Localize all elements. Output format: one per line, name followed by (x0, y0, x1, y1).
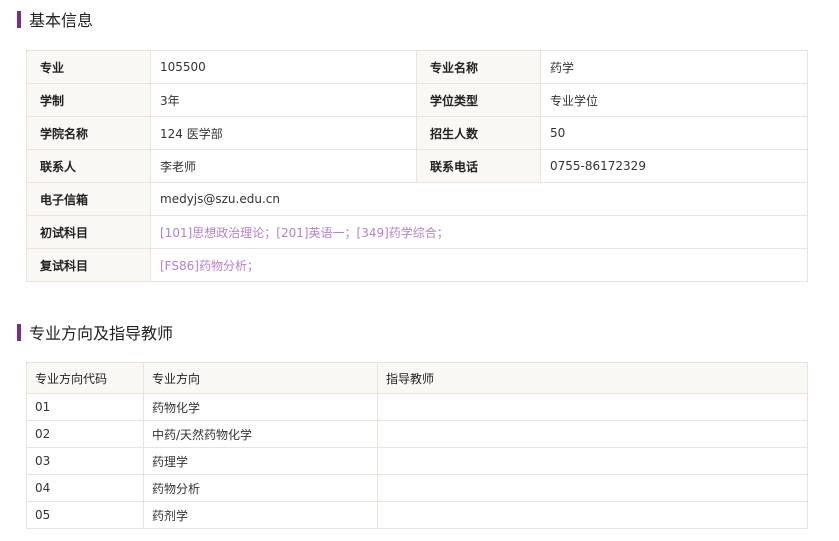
degree-type-value: 专业学位 (540, 83, 808, 117)
section-accent-bar (17, 10, 21, 28)
section-title-basic-info: 基本信息 (17, 7, 93, 31)
phone-value: 0755-86172329 (540, 149, 808, 183)
email-value: medyjs@szu.edu.cn (150, 182, 808, 216)
duration-value: 3年 (150, 83, 417, 117)
quota-value: 50 (540, 116, 808, 150)
prelim-subjects-label: 初试科目 (26, 215, 151, 249)
direction-code: 05 (26, 501, 144, 529)
directions-table: 专业方向代码 专业方向 指导教师 01 药物化学 02 中药/天然药物化学 03… (26, 362, 808, 529)
phone-label: 联系电话 (416, 149, 541, 183)
degree-type-label: 学位类型 (416, 83, 541, 117)
table-header-row: 专业方向代码 专业方向 指导教师 (26, 362, 808, 394)
direction-name: 中药/天然药物化学 (143, 420, 378, 448)
major-code-label: 专业 (26, 50, 151, 84)
direction-code: 02 (26, 420, 144, 448)
table-row: 04 药物分析 (26, 474, 808, 502)
table-row: 05 药剂学 (26, 501, 808, 529)
section-title-text: 专业方向及指导教师 (29, 324, 174, 343)
email-label: 电子信箱 (26, 182, 151, 216)
section-title-text: 基本信息 (29, 11, 94, 30)
direction-code: 04 (26, 474, 144, 502)
direction-name: 药剂学 (143, 501, 378, 529)
table-row: 初试科目 [101]思想政治理论；[201]英语一；[349]药学综合； (26, 215, 808, 249)
section-title-directions: 专业方向及指导教师 (17, 320, 173, 344)
column-header-advisor: 指导教师 (377, 362, 808, 394)
table-row: 联系人 李老师 联系电话 0755-86172329 (26, 149, 808, 183)
section-accent-bar (17, 323, 21, 341)
direction-advisor (377, 501, 808, 529)
table-row: 学制 3年 学位类型 专业学位 (26, 83, 808, 117)
direction-code: 01 (26, 393, 144, 421)
major-code-value: 105500 (150, 50, 417, 84)
direction-advisor (377, 393, 808, 421)
duration-label: 学制 (26, 83, 151, 117)
retest-subjects-link[interactable]: [FS86]药物分析； (150, 248, 808, 282)
table-row: 02 中药/天然药物化学 (26, 420, 808, 448)
column-header-direction: 专业方向 (143, 362, 378, 394)
retest-subjects-label: 复试科目 (26, 248, 151, 282)
prelim-subjects-link[interactable]: [101]思想政治理论；[201]英语一；[349]药学综合； (150, 215, 808, 249)
direction-code: 03 (26, 447, 144, 475)
direction-advisor (377, 420, 808, 448)
college-value: 124 医学部 (150, 116, 417, 150)
table-row: 专业 105500 专业名称 药学 (26, 50, 808, 84)
contact-label: 联系人 (26, 149, 151, 183)
contact-value: 李老师 (150, 149, 417, 183)
direction-name: 药理学 (143, 447, 378, 475)
table-row: 03 药理学 (26, 447, 808, 475)
quota-label: 招生人数 (416, 116, 541, 150)
college-label: 学院名称 (26, 116, 151, 150)
direction-name: 药物化学 (143, 393, 378, 421)
major-name-value: 药学 (540, 50, 808, 84)
major-name-label: 专业名称 (416, 50, 541, 84)
table-row: 01 药物化学 (26, 393, 808, 421)
column-header-code: 专业方向代码 (26, 362, 144, 394)
table-row: 复试科目 [FS86]药物分析； (26, 248, 808, 282)
table-row: 学院名称 124 医学部 招生人数 50 (26, 116, 808, 150)
direction-advisor (377, 447, 808, 475)
direction-advisor (377, 474, 808, 502)
direction-name: 药物分析 (143, 474, 378, 502)
basic-info-table: 专业 105500 专业名称 药学 学制 3年 学位类型 专业学位 学院名称 1… (26, 50, 808, 282)
table-row: 电子信箱 medyjs@szu.edu.cn (26, 182, 808, 216)
